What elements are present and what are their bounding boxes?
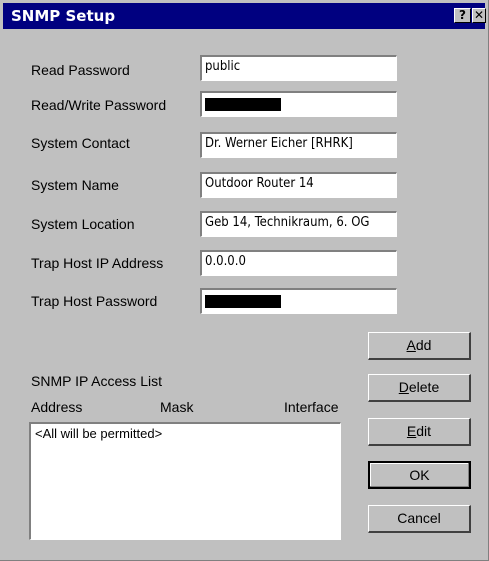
read-password-value: public xyxy=(205,59,241,74)
access-list-box[interactable]: <All will be permitted> xyxy=(29,422,341,540)
read-password-field[interactable]: public xyxy=(200,55,397,81)
read-write-password-field[interactable] xyxy=(200,91,397,117)
ok-button[interactable]: OK xyxy=(368,461,471,489)
list-item[interactable]: <All will be permitted> xyxy=(35,426,336,442)
system-location-label: System Location xyxy=(31,216,135,232)
system-location-field[interactable]: Geb 14, Technikraum, 6. OG xyxy=(200,211,397,237)
column-header-interface: Interface xyxy=(284,399,339,415)
read-write-password-label: Read/Write Password xyxy=(31,97,167,113)
trap-host-ip-label: Trap Host IP Address xyxy=(31,255,164,271)
read-password-label: Read Password xyxy=(31,62,130,78)
system-name-value: Outdoor Router 14 xyxy=(205,176,314,191)
title-bar[interactable]: SNMP Setup ? ✕ xyxy=(3,3,486,29)
system-name-field[interactable]: Outdoor Router 14 xyxy=(200,172,397,198)
system-contact-field[interactable]: Dr. Werner Eicher [RHRK] xyxy=(200,132,397,158)
trap-host-password-field[interactable] xyxy=(200,288,397,314)
cancel-button[interactable]: Cancel xyxy=(368,505,471,533)
trap-host-password-label: Trap Host Password xyxy=(31,293,158,309)
add-label-rest: dd xyxy=(415,337,432,353)
add-button[interactable]: Add xyxy=(368,332,471,360)
edit-button[interactable]: Edit xyxy=(368,418,471,446)
system-contact-label: System Contact xyxy=(31,135,130,151)
window-title: SNMP Setup xyxy=(11,7,116,25)
password-mask xyxy=(205,295,281,308)
delete-accel: D xyxy=(398,379,409,395)
delete-button[interactable]: Delete xyxy=(368,374,471,402)
trap-host-ip-value: 0.0.0.0 xyxy=(205,254,246,269)
password-mask xyxy=(205,98,281,111)
add-accel: A xyxy=(406,337,416,353)
system-name-label: System Name xyxy=(31,177,119,193)
column-header-address: Address xyxy=(31,399,83,415)
help-button[interactable]: ? xyxy=(454,8,471,23)
delete-label-rest: elete xyxy=(408,379,440,395)
column-header-mask: Mask xyxy=(160,399,194,415)
system-location-value: Geb 14, Technikraum, 6. OG xyxy=(205,215,370,230)
edit-label-rest: dit xyxy=(416,423,432,439)
access-list-title: SNMP IP Access List xyxy=(31,373,162,389)
system-contact-value: Dr. Werner Eicher [RHRK] xyxy=(205,136,353,151)
snmp-setup-dialog: SNMP Setup ? ✕ Read Password public Read… xyxy=(0,0,489,561)
edit-accel: E xyxy=(406,423,417,439)
trap-host-ip-field[interactable]: 0.0.0.0 xyxy=(200,250,397,276)
close-button[interactable]: ✕ xyxy=(472,8,486,23)
